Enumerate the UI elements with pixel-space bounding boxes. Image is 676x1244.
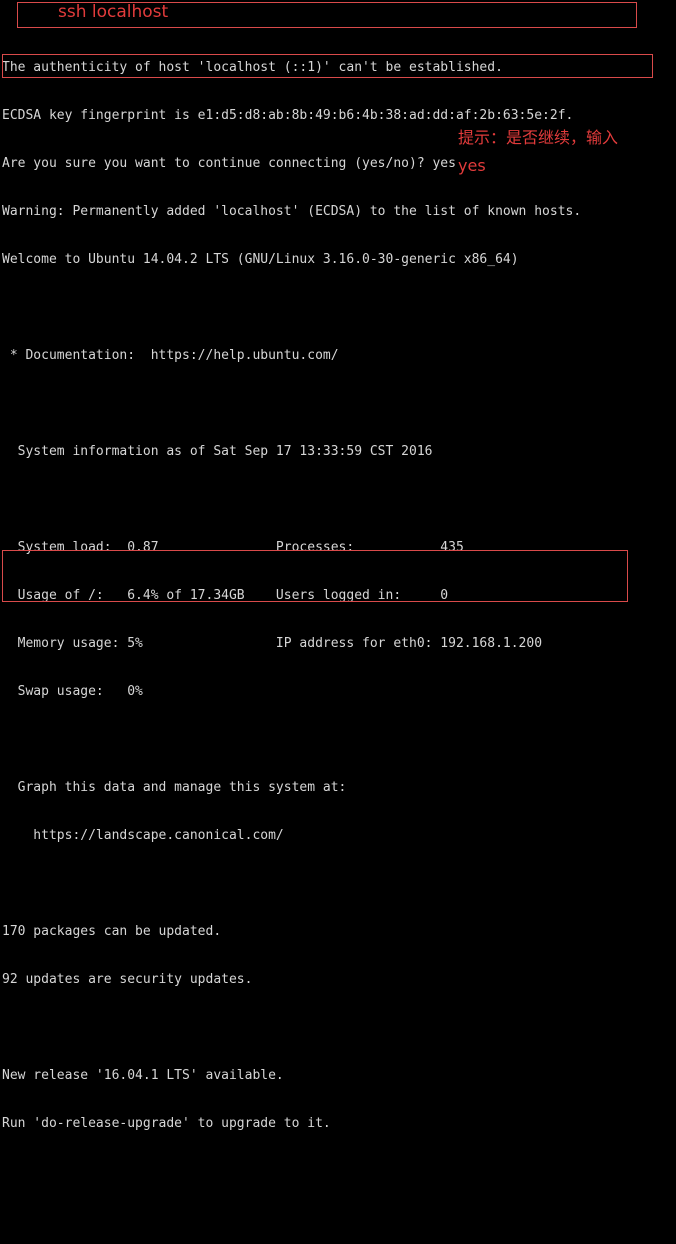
terminal-line-sysinfo-row: System load: 0.87 Processes: 435 <box>2 540 464 555</box>
terminal-line: The authenticity of host 'localhost (::1… <box>2 60 503 75</box>
terminal-line-packages: 170 packages can be updated. <box>2 924 222 939</box>
terminal-line-documentation: * Documentation: https://help.ubuntu.com… <box>2 348 339 363</box>
annotation-label-hint-line1: 提示：是否继续，输入 <box>458 128 619 147</box>
annotation-label-hint-line2: yes <box>458 156 486 175</box>
terminal-line: ECDSA key fingerprint is e1:d5:d8:ab:8b:… <box>2 108 574 123</box>
terminal-window[interactable]: The authenticity of host 'localhost (::1… <box>0 0 676 1131</box>
terminal-line: Warning: Permanently added 'localhost' (… <box>2 204 582 219</box>
terminal-line-security-updates: 92 updates are security updates. <box>2 972 253 987</box>
terminal-line: Welcome to Ubuntu 14.04.2 LTS (GNU/Linux… <box>2 252 519 267</box>
terminal-line-new-release: New release '16.04.1 LTS' available. <box>2 1068 284 1083</box>
annotation-label-ssh-command: ssh localhost <box>58 2 169 22</box>
terminal-output[interactable]: The authenticity of host 'localhost (::1… <box>0 28 676 1244</box>
terminal-line-sysinfo-row: Memory usage: 5% IP address for eth0: 19… <box>2 636 543 651</box>
terminal-line-landscape-url: https://landscape.canonical.com/ <box>2 828 284 843</box>
terminal-line-yesno-prompt: Are you sure you want to continue connec… <box>2 156 456 171</box>
terminal-line-upgrade-hint: Run 'do-release-upgrade' to upgrade to i… <box>2 1116 331 1131</box>
terminal-line-sysinfo-row: Usage of /: 6.4% of 17.34GB Users logged… <box>2 588 449 603</box>
terminal-line-sysinfo-row: Swap usage: 0% <box>2 684 143 699</box>
terminal-line-sysinfo-header: System information as of Sat Sep 17 13:3… <box>2 444 433 459</box>
terminal-line: Graph this data and manage this system a… <box>2 780 347 795</box>
